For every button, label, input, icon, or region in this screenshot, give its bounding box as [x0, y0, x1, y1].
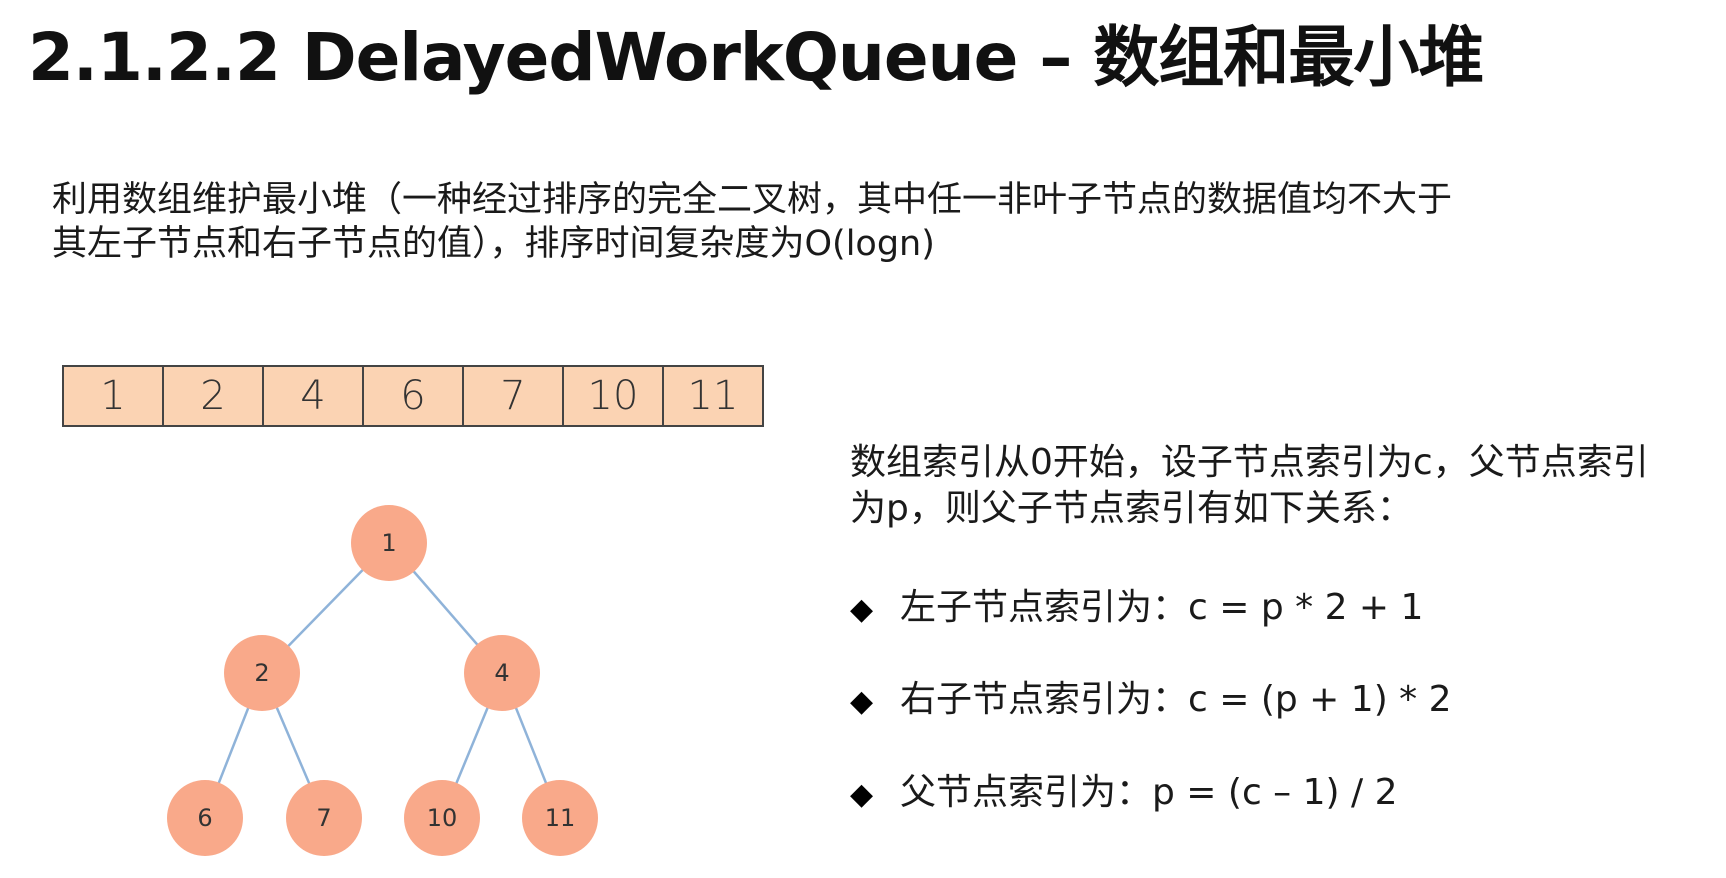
tree-node-label: 4 [494, 659, 509, 687]
index-relations-description: 数组索引从0开始，设子节点索引为c，父节点索引 为p，则父子节点索引有如下关系： [850, 440, 1720, 532]
relations-line-1: 数组索引从0开始，设子节点索引为c，父节点索引 [850, 442, 1649, 483]
min-heap-tree: 1 2 4 6 7 10 11 [167, 505, 598, 856]
tree-nodes [167, 505, 598, 856]
tree-node-label: 11 [545, 804, 576, 832]
tree-node-label: 6 [197, 804, 212, 832]
rule-text: 左子节点索引为：c = p * 2 + 1 [900, 587, 1424, 628]
rule-text: 右子节点索引为：c = (p + 1) * 2 [900, 679, 1452, 720]
bullet-diamond-icon: ◆ [850, 684, 874, 719]
tree-node-label: 1 [381, 529, 396, 557]
rule-parent: ◆ 父节点索引为：p = (c – 1) / 2 [850, 770, 1398, 818]
rule-left-child: ◆ 左子节点索引为：c = p * 2 + 1 [850, 585, 1423, 633]
tree-node-label: 7 [316, 804, 331, 832]
tree-node-label: 10 [427, 804, 458, 832]
bullet-diamond-icon: ◆ [850, 592, 874, 627]
rule-text: 父节点索引为：p = (c – 1) / 2 [900, 772, 1398, 813]
rule-right-child: ◆ 右子节点索引为：c = (p + 1) * 2 [850, 677, 1452, 725]
bullet-diamond-icon: ◆ [850, 777, 874, 812]
tree-node-label: 2 [254, 659, 269, 687]
relations-line-2: 为p，则父子节点索引有如下关系： [850, 488, 1413, 529]
